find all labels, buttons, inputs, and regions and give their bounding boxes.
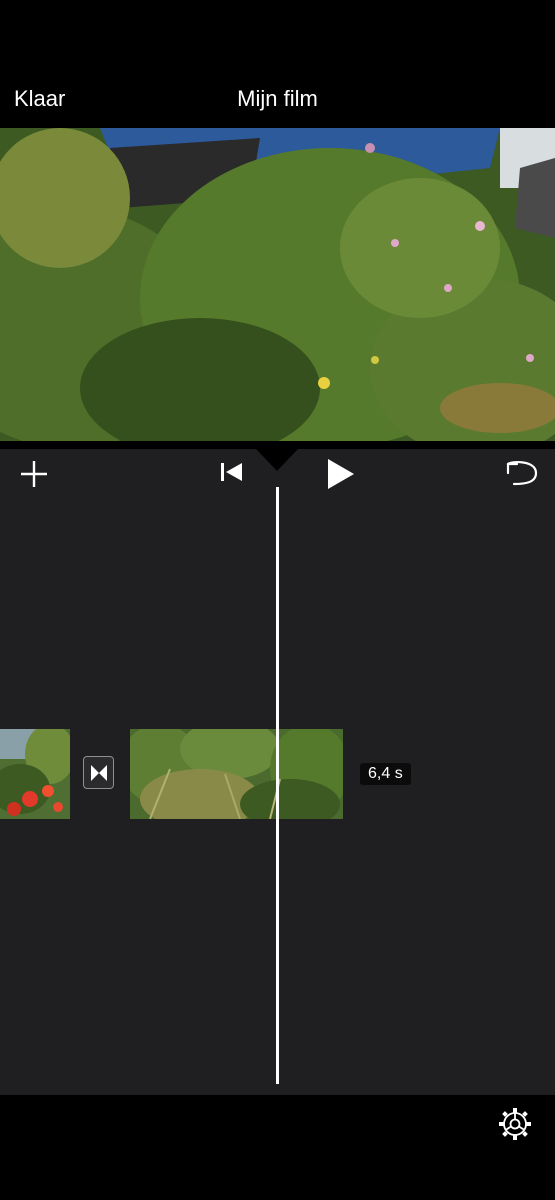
plus-icon	[21, 461, 47, 487]
play-button[interactable]	[322, 456, 358, 492]
preview-frame-image	[0, 128, 555, 441]
playhead-pointer	[256, 449, 298, 471]
skip-to-start-button[interactable]	[216, 458, 246, 486]
clip-duration-label: 6,4 s	[360, 763, 411, 785]
undo-icon	[506, 461, 538, 486]
playhead[interactable]	[276, 487, 279, 1084]
settings-button[interactable]	[497, 1106, 533, 1142]
video-clip-selected[interactable]	[130, 729, 343, 819]
play-icon	[328, 459, 354, 489]
video-clip-thumbnail[interactable]	[0, 729, 70, 819]
transition-icon	[90, 764, 107, 781]
bottom-bar	[0, 1095, 555, 1200]
undo-button[interactable]	[502, 456, 540, 490]
gear-icon	[499, 1108, 531, 1140]
add-media-button[interactable]	[18, 458, 50, 490]
project-title: Mijn film	[237, 86, 318, 111]
skip-to-start-icon	[221, 463, 242, 481]
separator	[0, 441, 555, 449]
transition-button[interactable]	[83, 756, 114, 789]
video-preview[interactable]	[0, 128, 555, 441]
